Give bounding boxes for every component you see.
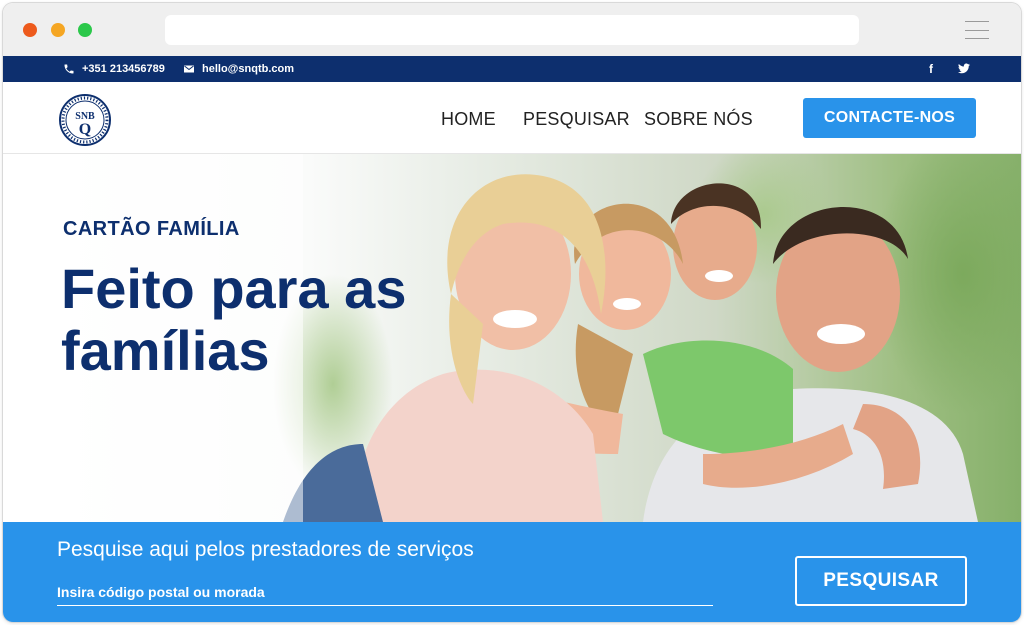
phone-icon [64, 64, 74, 74]
snqtb-logo[interactable]: SNB Q [57, 92, 113, 148]
hero-title: Feito para as famílias [61, 257, 407, 382]
hero-kicker: CARTÃO FAMÍLIA [63, 218, 240, 240]
top-info-bar: +351 213456789 hello@snqtb.com f [3, 56, 1021, 82]
menu-icon[interactable] [965, 21, 989, 39]
hero-section: CARTÃO FAMÍLIA Feito para as famílias [3, 154, 1021, 522]
search-title: Pesquise aqui pelos prestadores de servi… [57, 538, 474, 561]
search-button[interactable]: PESQUISAR [795, 556, 967, 606]
site-header: SNB Q HOME PESQUISAR SOBRE NÓS CONTACTE-… [3, 82, 1021, 154]
facebook-icon[interactable]: f [929, 62, 933, 76]
minimize-window-button[interactable] [51, 23, 65, 37]
address-bar[interactable] [165, 15, 859, 45]
nav-home[interactable]: HOME [441, 109, 496, 130]
browser-chrome [3, 3, 1021, 56]
close-window-button[interactable] [23, 23, 37, 37]
browser-window: +351 213456789 hello@snqtb.com f SNB Q H… [3, 3, 1021, 622]
phone-number: +351 213456789 [82, 63, 165, 75]
email-contact[interactable]: hello@snqtb.com [183, 63, 294, 75]
search-section: Pesquise aqui pelos prestadores de servi… [3, 522, 1021, 622]
search-field-wrapper [57, 580, 713, 606]
search-input[interactable] [57, 580, 713, 604]
mail-icon [184, 65, 194, 73]
contact-button[interactable]: CONTACTE-NOS [803, 98, 976, 138]
twitter-icon[interactable] [958, 62, 970, 74]
email-address: hello@snqtb.com [202, 63, 295, 75]
svg-text:Q: Q [79, 121, 91, 138]
maximize-window-button[interactable] [78, 23, 92, 37]
nav-sobre-nos[interactable]: SOBRE NÓS [644, 109, 753, 130]
nav-pesquisar[interactable]: PESQUISAR [523, 109, 630, 130]
phone-contact[interactable]: +351 213456789 [63, 63, 165, 75]
